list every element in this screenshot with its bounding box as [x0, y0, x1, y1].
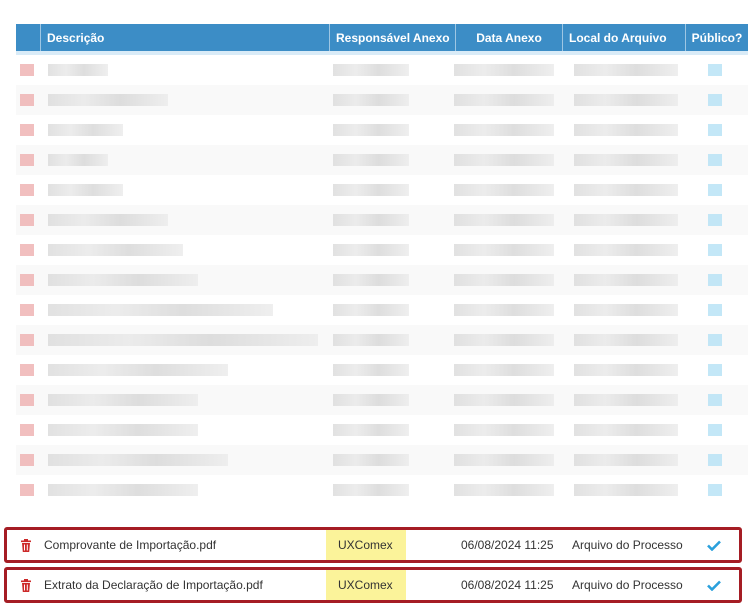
- table-row[interactable]: Comprovante de Importação.pdf UXComex 06…: [4, 527, 742, 563]
- table-row: [16, 355, 748, 385]
- trash-icon: [20, 538, 31, 552]
- header-publico[interactable]: Público?: [685, 24, 748, 51]
- table-row: [16, 325, 748, 355]
- attachments-grid: Descrição Responsável Anexo Data Anexo L…: [16, 24, 748, 505]
- table-row: [16, 415, 748, 445]
- header-descricao[interactable]: Descrição: [40, 24, 329, 51]
- table-row: [16, 265, 748, 295]
- table-row: [16, 205, 748, 235]
- blurred-rows: [16, 55, 748, 505]
- table-row: [16, 445, 748, 475]
- responsavel-highlight: UXComex: [326, 530, 406, 560]
- row-local: Arquivo do Processo: [572, 538, 683, 552]
- table-row: [16, 145, 748, 175]
- delete-button[interactable]: [7, 530, 44, 560]
- check-icon: [706, 540, 721, 551]
- table-row[interactable]: Extrato da Declaração de Importação.pdf …: [4, 567, 742, 603]
- row-publico: [688, 570, 739, 600]
- table-row: [16, 235, 748, 265]
- row-data: 06/08/2024 11:25: [461, 538, 554, 552]
- table-row: [16, 55, 748, 85]
- table-row: [16, 115, 748, 145]
- row-responsavel: UXComex: [326, 570, 452, 600]
- row-local: Arquivo do Processo: [572, 578, 683, 592]
- table-row: [16, 475, 748, 505]
- delete-button[interactable]: [7, 570, 44, 600]
- trash-icon: [20, 578, 31, 592]
- grid-header: Descrição Responsável Anexo Data Anexo L…: [16, 24, 748, 55]
- highlighted-rows: Comprovante de Importação.pdf UXComex 06…: [4, 527, 742, 607]
- row-descricao[interactable]: Extrato da Declaração de Importação.pdf: [44, 570, 326, 600]
- header-responsavel[interactable]: Responsável Anexo: [329, 24, 455, 51]
- header-data[interactable]: Data Anexo: [455, 24, 562, 51]
- row-data: 06/08/2024 11:25: [461, 578, 554, 592]
- row-descricao[interactable]: Comprovante de Importação.pdf: [44, 530, 326, 560]
- table-row: [16, 295, 748, 325]
- table-row: [16, 385, 748, 415]
- check-icon: [706, 580, 721, 591]
- row-publico: [688, 530, 739, 560]
- responsavel-highlight: UXComex: [326, 570, 406, 600]
- table-row: [16, 175, 748, 205]
- table-row: [16, 85, 748, 115]
- row-responsavel: UXComex: [326, 530, 452, 560]
- header-actions: [16, 24, 40, 51]
- header-local[interactable]: Local do Arquivo: [562, 24, 685, 51]
